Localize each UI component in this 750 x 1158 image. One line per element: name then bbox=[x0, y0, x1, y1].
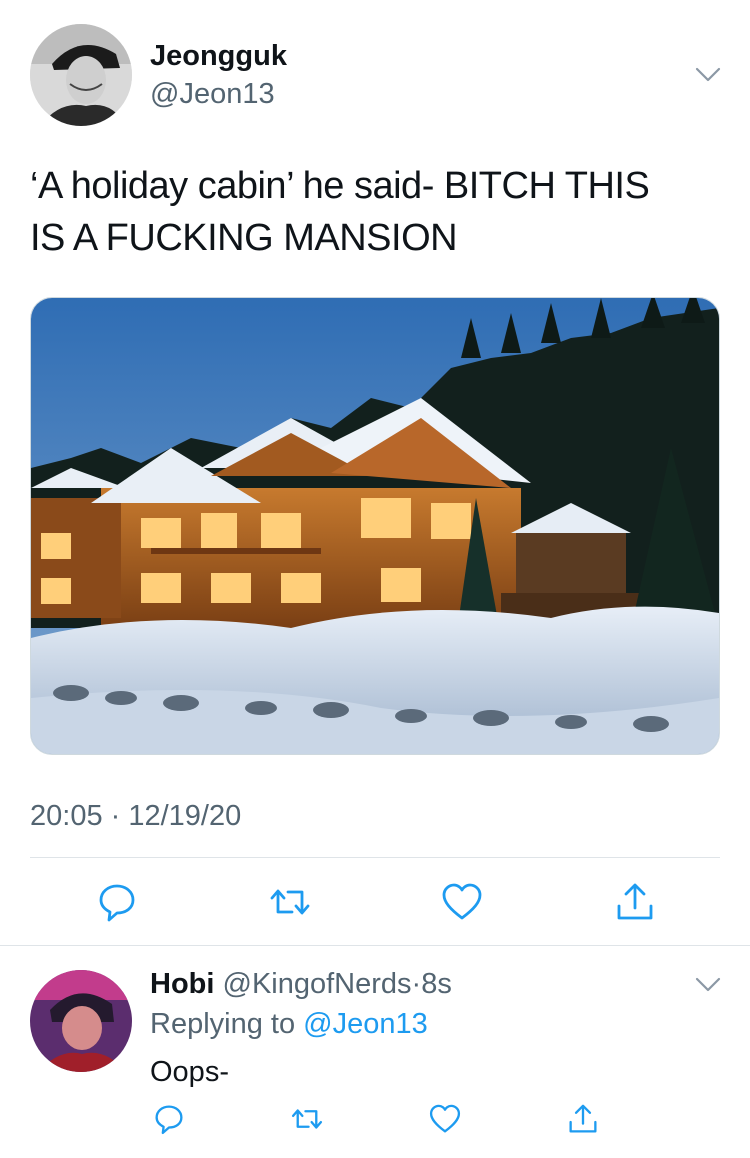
reply-heart-icon[interactable] bbox=[428, 1102, 462, 1136]
tweet-text: ‘A holiday cabin’ he said- BITCH THIS IS… bbox=[30, 160, 730, 264]
reply-avatar-photo bbox=[30, 970, 132, 1072]
mansion-photo bbox=[31, 298, 719, 754]
divider bbox=[30, 857, 720, 858]
tweet-text-line-1: ‘A holiday cabin’ he said- BITCH THIS bbox=[30, 165, 650, 207]
reply-author-handle[interactable]: @KingofNerds bbox=[223, 968, 412, 1000]
tweet-text-line-2: IS A FUCKING MANSION bbox=[30, 217, 458, 259]
replying-handle-link[interactable]: @Jeon13 bbox=[303, 1008, 428, 1040]
share-icon[interactable] bbox=[613, 880, 657, 924]
reply-separator: · bbox=[411, 968, 422, 1000]
reply-chevron-down-icon[interactable] bbox=[694, 976, 722, 994]
reply-icon[interactable] bbox=[95, 880, 139, 924]
reply-header: Hobi @KingofNerds·8s bbox=[150, 968, 452, 1001]
tweet-date: 12/19/20 bbox=[128, 800, 242, 832]
reply-text: Oops- bbox=[150, 1056, 229, 1088]
author-handle[interactable]: @Jeon13 bbox=[150, 78, 275, 111]
reply-retweet-icon[interactable] bbox=[290, 1102, 324, 1136]
section-divider bbox=[0, 945, 750, 946]
retweet-icon[interactable] bbox=[268, 880, 312, 924]
reply-author-avatar[interactable] bbox=[30, 970, 132, 1072]
replying-to: Replying to @Jeon13 bbox=[150, 1008, 428, 1041]
author-avatar[interactable] bbox=[30, 24, 132, 126]
reply-author-name[interactable]: Hobi bbox=[150, 968, 214, 1000]
author-name[interactable]: Jeongguk bbox=[150, 40, 287, 73]
chevron-down-icon[interactable] bbox=[694, 66, 722, 84]
heart-icon[interactable] bbox=[440, 880, 484, 924]
avatar-photo bbox=[30, 24, 132, 126]
tweet-timestamp[interactable]: 20:05 · 12/19/20 bbox=[30, 800, 241, 833]
tweet-time: 20:05 bbox=[30, 800, 103, 832]
reply-share-icon[interactable] bbox=[566, 1102, 600, 1136]
reply-reply-icon[interactable] bbox=[152, 1102, 186, 1136]
tweet-media-image[interactable] bbox=[30, 297, 720, 755]
replying-prefix: Replying to bbox=[150, 1008, 296, 1040]
reply-age: 8s bbox=[421, 968, 452, 1000]
timestamp-separator: · bbox=[110, 800, 129, 832]
